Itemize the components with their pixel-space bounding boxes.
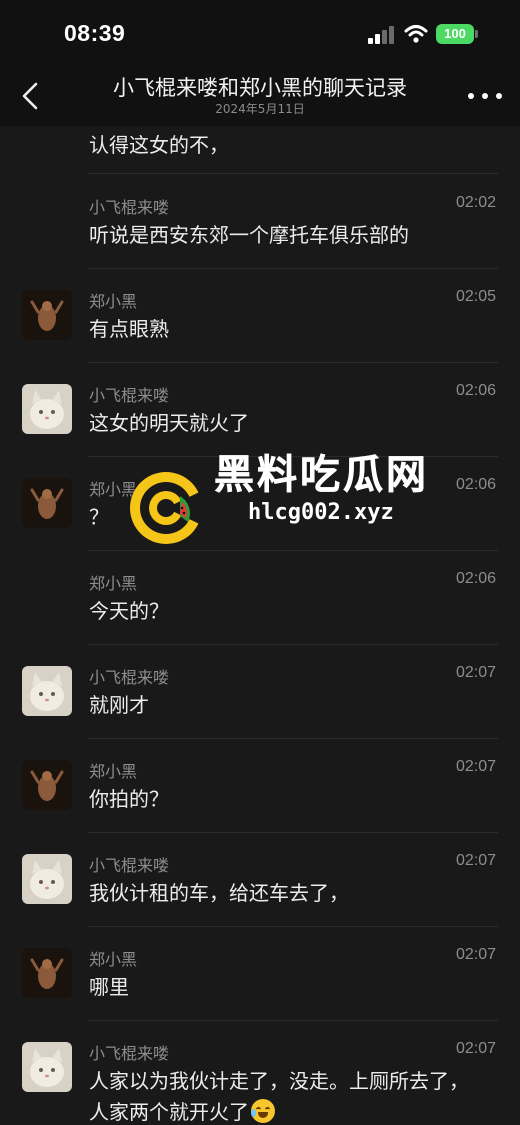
message-time: 02:07 bbox=[455, 946, 496, 963]
chevron-left-icon bbox=[22, 82, 38, 110]
dark-figure-avatar[interactable] bbox=[22, 760, 72, 810]
message-item[interactable]: 小飞棍来喽 02:07 人家以为我伙计走了，没走。上厕所去了，人家两个就开火了 bbox=[0, 1020, 520, 1125]
watermark-url: hlcg002.xyz bbox=[248, 500, 394, 525]
message-text: 你拍的？ bbox=[89, 787, 169, 811]
status-bar: 08:39 100 bbox=[0, 0, 520, 66]
message-list[interactable]: 认得这女的不， 小飞棍来喽 02:02 听说是西安东郊一个摩托车俱乐部的 郑小黑… bbox=[0, 126, 520, 1125]
watermark: 黑料吃瓜网 hlcg002.xyz bbox=[124, 440, 434, 560]
chat-history-screen: 08:39 100 小飞棍来喽和郑小黑的聊天记录 2024年5月11日 认得这女… bbox=[0, 0, 520, 1125]
message-item[interactable]: 郑小黑 02:06 今天的？ bbox=[0, 550, 520, 644]
message-text: 人家以为我伙计走了，没走。上厕所去了，人家两个就开火了 bbox=[89, 1066, 485, 1125]
message-text: 今天的？ bbox=[89, 599, 169, 623]
cat-avatar[interactable] bbox=[22, 854, 72, 904]
cellular-signal-icon bbox=[368, 26, 396, 44]
message-text: 就刚才 bbox=[89, 693, 149, 717]
message-time: 02:07 bbox=[455, 852, 496, 869]
sender-name: 小飞棍来喽 bbox=[89, 198, 170, 217]
sender-name: 郑小黑 bbox=[89, 292, 138, 311]
page-subtitle-date: 2024年5月11日 bbox=[215, 102, 305, 116]
message-text: 有点眼熟 bbox=[89, 317, 169, 341]
message-text: 这女的明天就火了 bbox=[89, 411, 249, 435]
watermelon-logo-icon bbox=[124, 466, 208, 550]
message-time: 02:07 bbox=[455, 758, 496, 775]
sender-name: 小飞棍来喽 bbox=[89, 1044, 170, 1063]
message-item[interactable]: 小飞棍来喽 02:07 就刚才 bbox=[0, 644, 520, 738]
more-button[interactable] bbox=[468, 84, 502, 108]
nav-bar: 小飞棍来喽和郑小黑的聊天记录 2024年5月11日 bbox=[0, 66, 520, 126]
cat-avatar[interactable] bbox=[22, 1042, 72, 1092]
message-time: 02:02 bbox=[455, 194, 496, 211]
message-item[interactable]: 小飞棍来喽 02:02 听说是西安东郊一个摩托车俱乐部的 bbox=[0, 174, 520, 268]
message-time: 02:06 bbox=[455, 570, 496, 587]
sender-name: 郑小黑 bbox=[89, 950, 138, 969]
sender-name: 小飞棍来喽 bbox=[89, 386, 170, 405]
message-item[interactable]: 郑小黑 02:07 哪里 bbox=[0, 926, 520, 1020]
message-time: 02:07 bbox=[455, 1040, 496, 1057]
laughing-crying-emoji-icon bbox=[251, 1099, 275, 1123]
sender-name: 郑小黑 bbox=[89, 574, 138, 593]
dark-figure-avatar[interactable] bbox=[22, 478, 72, 528]
more-dots-icon bbox=[468, 93, 474, 99]
back-button[interactable] bbox=[14, 76, 48, 116]
dark-figure-avatar[interactable] bbox=[22, 948, 72, 998]
wifi-icon bbox=[404, 24, 428, 44]
cat-avatar[interactable] bbox=[22, 384, 72, 434]
message-item[interactable]: 郑小黑 02:07 你拍的？ bbox=[0, 738, 520, 832]
message-text: 听说是西安东郊一个摩托车俱乐部的 bbox=[89, 223, 409, 247]
watermark-title: 黑料吃瓜网 bbox=[214, 452, 429, 499]
message-text-content: 人家以为我伙计走了，没走。上厕所去了，人家两个就开火了 bbox=[89, 1069, 469, 1124]
status-time: 08:39 bbox=[64, 20, 126, 46]
message-item[interactable]: 小飞棍来喽 02:07 我伙计租的车，给还车去了， bbox=[0, 832, 520, 926]
message-time: 02:05 bbox=[455, 288, 496, 305]
message-text: 我伙计租的车，给还车去了， bbox=[89, 881, 349, 905]
sender-name: 郑小黑 bbox=[89, 762, 138, 781]
message-text: 哪里 bbox=[89, 975, 129, 999]
message-time: 02:06 bbox=[455, 382, 496, 399]
cat-avatar[interactable] bbox=[22, 666, 72, 716]
message-time: 02:07 bbox=[455, 664, 496, 681]
message-time: 02:06 bbox=[455, 476, 496, 493]
sender-name: 小飞棍来喽 bbox=[89, 856, 170, 875]
dark-figure-avatar[interactable] bbox=[22, 290, 72, 340]
battery-icon: 100 bbox=[436, 24, 478, 44]
page-title: 小飞棍来喽和郑小黑的聊天记录 bbox=[113, 76, 407, 100]
message-text-fragment: 认得这女的不， bbox=[89, 133, 229, 157]
sender-name: 小飞棍来喽 bbox=[89, 668, 170, 687]
message-item[interactable]: 郑小黑 02:05 有点眼熟 bbox=[0, 268, 520, 362]
